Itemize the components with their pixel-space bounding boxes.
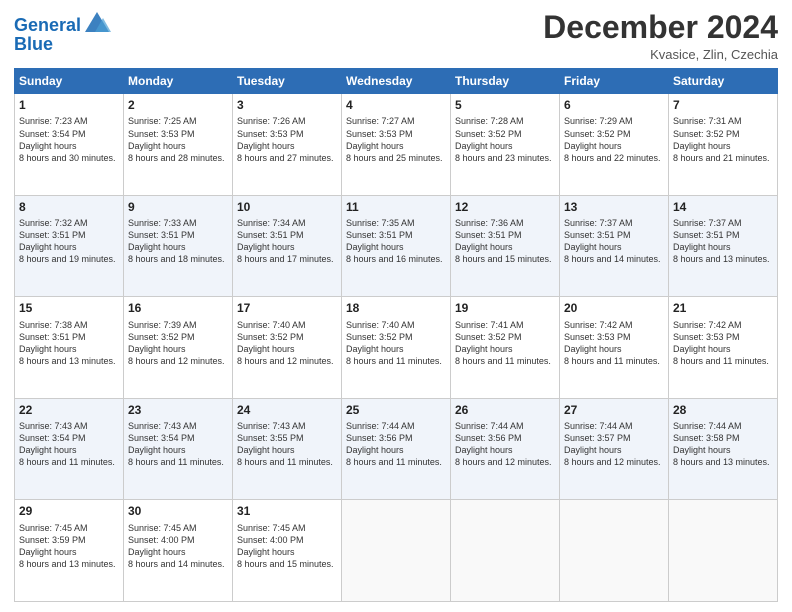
table-row: 26 Sunrise: 7:44 AM Sunset: 3:56 PM Dayl… — [451, 398, 560, 500]
table-row: 2 Sunrise: 7:25 AM Sunset: 3:53 PM Dayli… — [124, 94, 233, 196]
th-monday: Monday — [124, 69, 233, 94]
empty-cell — [669, 500, 778, 602]
th-thursday: Thursday — [451, 69, 560, 94]
table-row: 20 Sunrise: 7:42 AM Sunset: 3:53 PM Dayl… — [560, 297, 669, 399]
th-sunday: Sunday — [15, 69, 124, 94]
th-saturday: Saturday — [669, 69, 778, 94]
empty-cell — [451, 500, 560, 602]
location: Kvasice, Zlin, Czechia — [543, 47, 778, 62]
table-row: 6 Sunrise: 7:29 AM Sunset: 3:52 PM Dayli… — [560, 94, 669, 196]
logo-text: General — [14, 16, 81, 36]
page: General Blue December 2024 Kvasice, Zlin… — [0, 0, 792, 612]
table-row: 30 Sunrise: 7:45 AM Sunset: 4:00 PM Dayl… — [124, 500, 233, 602]
table-row: 5 Sunrise: 7:28 AM Sunset: 3:52 PM Dayli… — [451, 94, 560, 196]
table-row: 21 Sunrise: 7:42 AM Sunset: 3:53 PM Dayl… — [669, 297, 778, 399]
calendar-table: Sunday Monday Tuesday Wednesday Thursday… — [14, 68, 778, 602]
table-row: 4 Sunrise: 7:27 AM Sunset: 3:53 PM Dayli… — [342, 94, 451, 196]
table-row: 22 Sunrise: 7:43 AM Sunset: 3:54 PM Dayl… — [15, 398, 124, 500]
table-row: 29 Sunrise: 7:45 AM Sunset: 3:59 PM Dayl… — [15, 500, 124, 602]
table-row: 12 Sunrise: 7:36 AM Sunset: 3:51 PM Dayl… — [451, 195, 560, 297]
empty-cell — [560, 500, 669, 602]
table-row: 13 Sunrise: 7:37 AM Sunset: 3:51 PM Dayl… — [560, 195, 669, 297]
logo: General Blue — [14, 14, 111, 55]
table-row: 28 Sunrise: 7:44 AM Sunset: 3:58 PM Dayl… — [669, 398, 778, 500]
table-row: 8 Sunrise: 7:32 AM Sunset: 3:51 PM Dayli… — [15, 195, 124, 297]
table-row: 19 Sunrise: 7:41 AM Sunset: 3:52 PM Dayl… — [451, 297, 560, 399]
th-tuesday: Tuesday — [233, 69, 342, 94]
th-wednesday: Wednesday — [342, 69, 451, 94]
table-row: 18 Sunrise: 7:40 AM Sunset: 3:52 PM Dayl… — [342, 297, 451, 399]
table-row: 27 Sunrise: 7:44 AM Sunset: 3:57 PM Dayl… — [560, 398, 669, 500]
table-row: 10 Sunrise: 7:34 AM Sunset: 3:51 PM Dayl… — [233, 195, 342, 297]
table-row: 7 Sunrise: 7:31 AM Sunset: 3:52 PM Dayli… — [669, 94, 778, 196]
table-row: 3 Sunrise: 7:26 AM Sunset: 3:53 PM Dayli… — [233, 94, 342, 196]
table-row: 17 Sunrise: 7:40 AM Sunset: 3:52 PM Dayl… — [233, 297, 342, 399]
header-row: Sunday Monday Tuesday Wednesday Thursday… — [15, 69, 778, 94]
table-row: 16 Sunrise: 7:39 AM Sunset: 3:52 PM Dayl… — [124, 297, 233, 399]
table-row: 23 Sunrise: 7:43 AM Sunset: 3:54 PM Dayl… — [124, 398, 233, 500]
month-title: December 2024 — [543, 10, 778, 45]
table-row: 11 Sunrise: 7:35 AM Sunset: 3:51 PM Dayl… — [342, 195, 451, 297]
table-row: 15 Sunrise: 7:38 AM Sunset: 3:51 PM Dayl… — [15, 297, 124, 399]
title-section: December 2024 Kvasice, Zlin, Czechia — [543, 10, 778, 62]
table-row: 31 Sunrise: 7:45 AM Sunset: 4:00 PM Dayl… — [233, 500, 342, 602]
th-friday: Friday — [560, 69, 669, 94]
empty-cell — [342, 500, 451, 602]
table-row: 9 Sunrise: 7:33 AM Sunset: 3:51 PM Dayli… — [124, 195, 233, 297]
table-row: 14 Sunrise: 7:37 AM Sunset: 3:51 PM Dayl… — [669, 195, 778, 297]
header: General Blue December 2024 Kvasice, Zlin… — [14, 10, 778, 62]
table-row: 1 Sunrise: 7:23 AM Sunset: 3:54 PM Dayli… — [15, 94, 124, 196]
table-row: 25 Sunrise: 7:44 AM Sunset: 3:56 PM Dayl… — [342, 398, 451, 500]
table-row: 24 Sunrise: 7:43 AM Sunset: 3:55 PM Dayl… — [233, 398, 342, 500]
logo-icon — [83, 10, 111, 38]
